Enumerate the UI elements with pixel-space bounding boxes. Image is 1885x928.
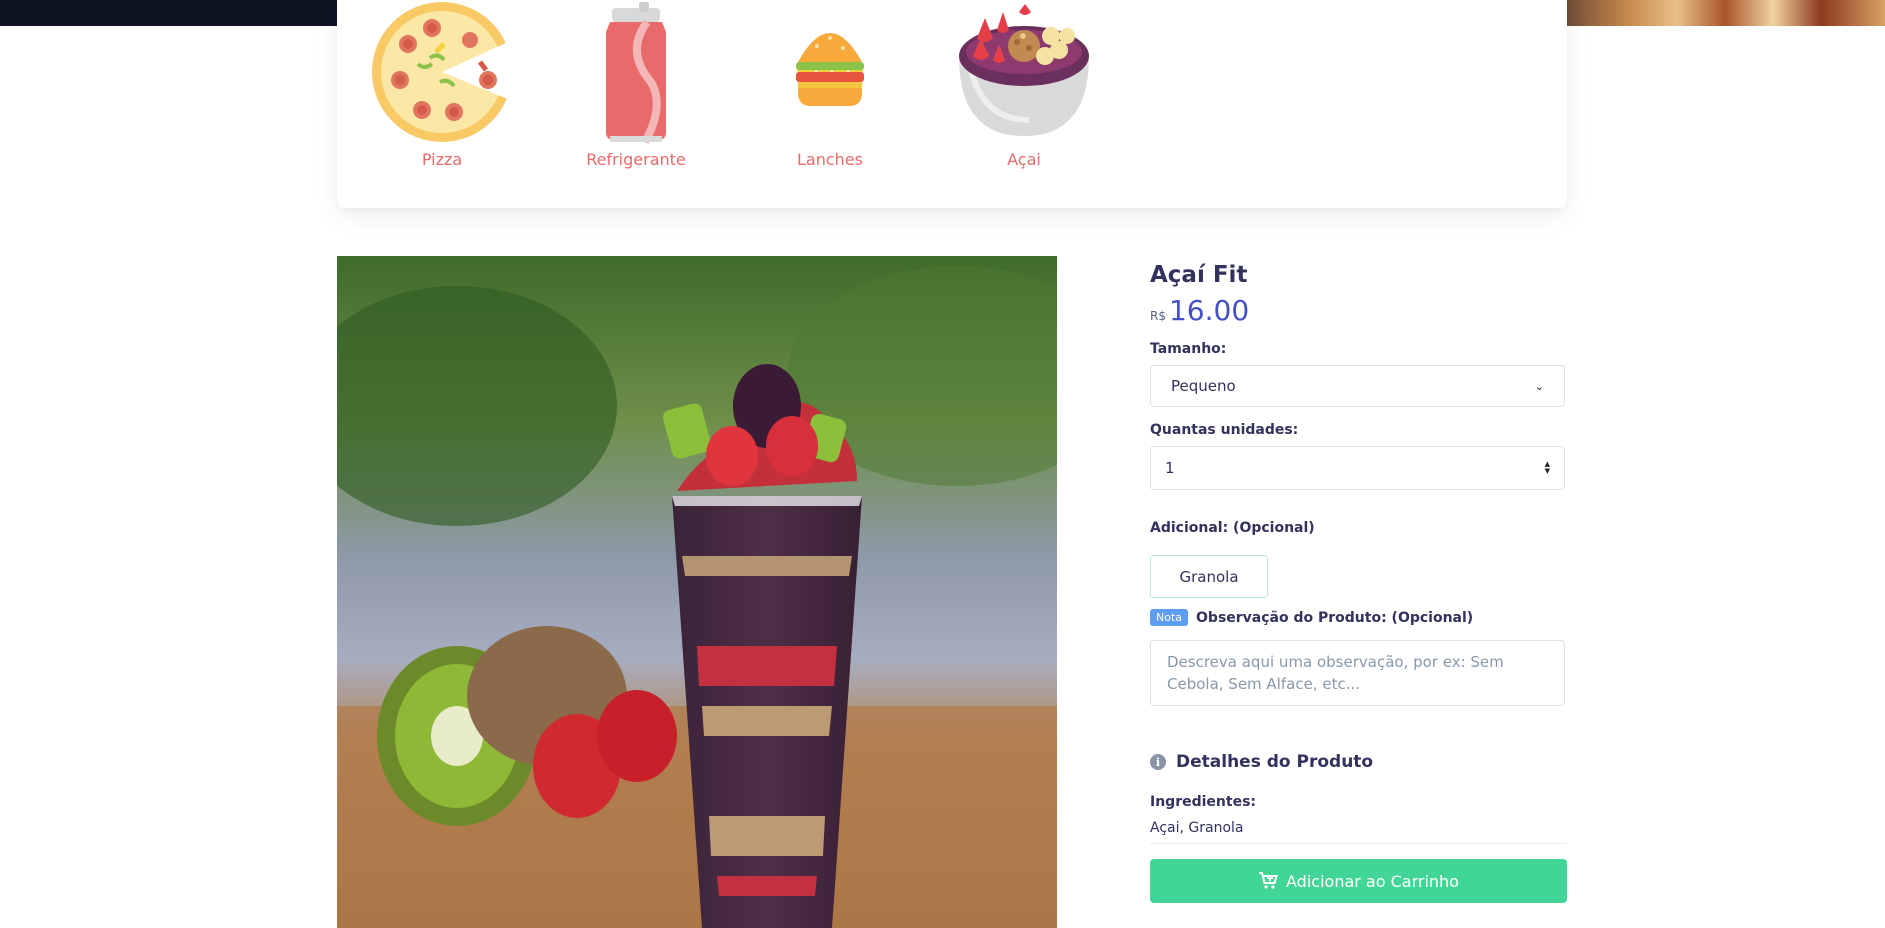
product-details-heading: i Detalhes do Produto — [1150, 752, 1567, 772]
category-label: Refrigerante — [586, 150, 686, 169]
quantity-value: 1 — [1165, 459, 1175, 477]
chevron-down-icon: ⌄ — [1534, 379, 1544, 393]
quantity-stepper[interactable]: 1 ▲ ▼ — [1150, 446, 1565, 490]
category-refrigerante[interactable]: Refrigerante — [561, 0, 711, 180]
price-value: 16.00 — [1168, 294, 1250, 327]
category-pizza[interactable]: Pizza — [367, 0, 517, 180]
product-detail-panel: Açaí Fit R$ 16.00 Tamanho: Pequeno ⌄ Qua… — [1150, 262, 1567, 903]
product-title: Açaí Fit — [1150, 262, 1248, 288]
addon-granola-button[interactable]: Granola — [1150, 555, 1268, 598]
acai-cup-photo — [337, 256, 1057, 928]
cart-plus-icon — [1259, 872, 1278, 889]
ingredients-label: Ingredientes: — [1150, 794, 1256, 810]
spinner-arrows-icon[interactable]: ▲ ▼ — [1545, 461, 1550, 475]
size-label: Tamanho: — [1150, 341, 1227, 357]
add-to-cart-button[interactable]: Adicionar ao Carrinho — [1150, 859, 1567, 903]
note-header: Nota Observação do Produto: (Opcional) — [1150, 609, 1567, 626]
price-currency: R$ — [1150, 309, 1166, 323]
banner-food-photo — [1565, 0, 1885, 26]
pizza-icon — [372, 2, 514, 142]
product-details-title: Detalhes do Produto — [1176, 752, 1374, 772]
note-label: Observação do Produto: (Opcional) — [1196, 609, 1474, 626]
size-select-value: Pequeno — [1171, 377, 1236, 395]
category-acai[interactable]: Açai — [949, 0, 1099, 180]
quantity-label: Quantas unidades: — [1150, 422, 1299, 438]
ingredients-value: Açai, Granola — [1150, 820, 1567, 844]
category-bar: Pizza Refrigerante Lanches Açai — [337, 0, 1567, 208]
add-to-cart-label: Adicionar ao Carrinho — [1286, 871, 1459, 891]
soda-can-icon — [606, 2, 666, 144]
acai-bowl-icon — [959, 4, 1089, 136]
addon-label: Adicional: (Opcional) — [1150, 520, 1315, 536]
size-select[interactable]: Pequeno ⌄ — [1150, 365, 1565, 407]
product-photo — [337, 256, 1057, 928]
info-icon: i — [1150, 754, 1166, 770]
category-lanches[interactable]: Lanches — [755, 0, 905, 180]
note-textarea[interactable]: Descreva aqui uma observação, por ex: Se… — [1150, 640, 1565, 706]
category-label: Açai — [1007, 150, 1041, 169]
category-label: Pizza — [421, 150, 463, 169]
note-badge: Nota — [1150, 609, 1189, 626]
category-label: Lanches — [797, 150, 863, 169]
product-price: R$ 16.00 — [1150, 294, 1567, 327]
burger-icon — [796, 33, 864, 106]
